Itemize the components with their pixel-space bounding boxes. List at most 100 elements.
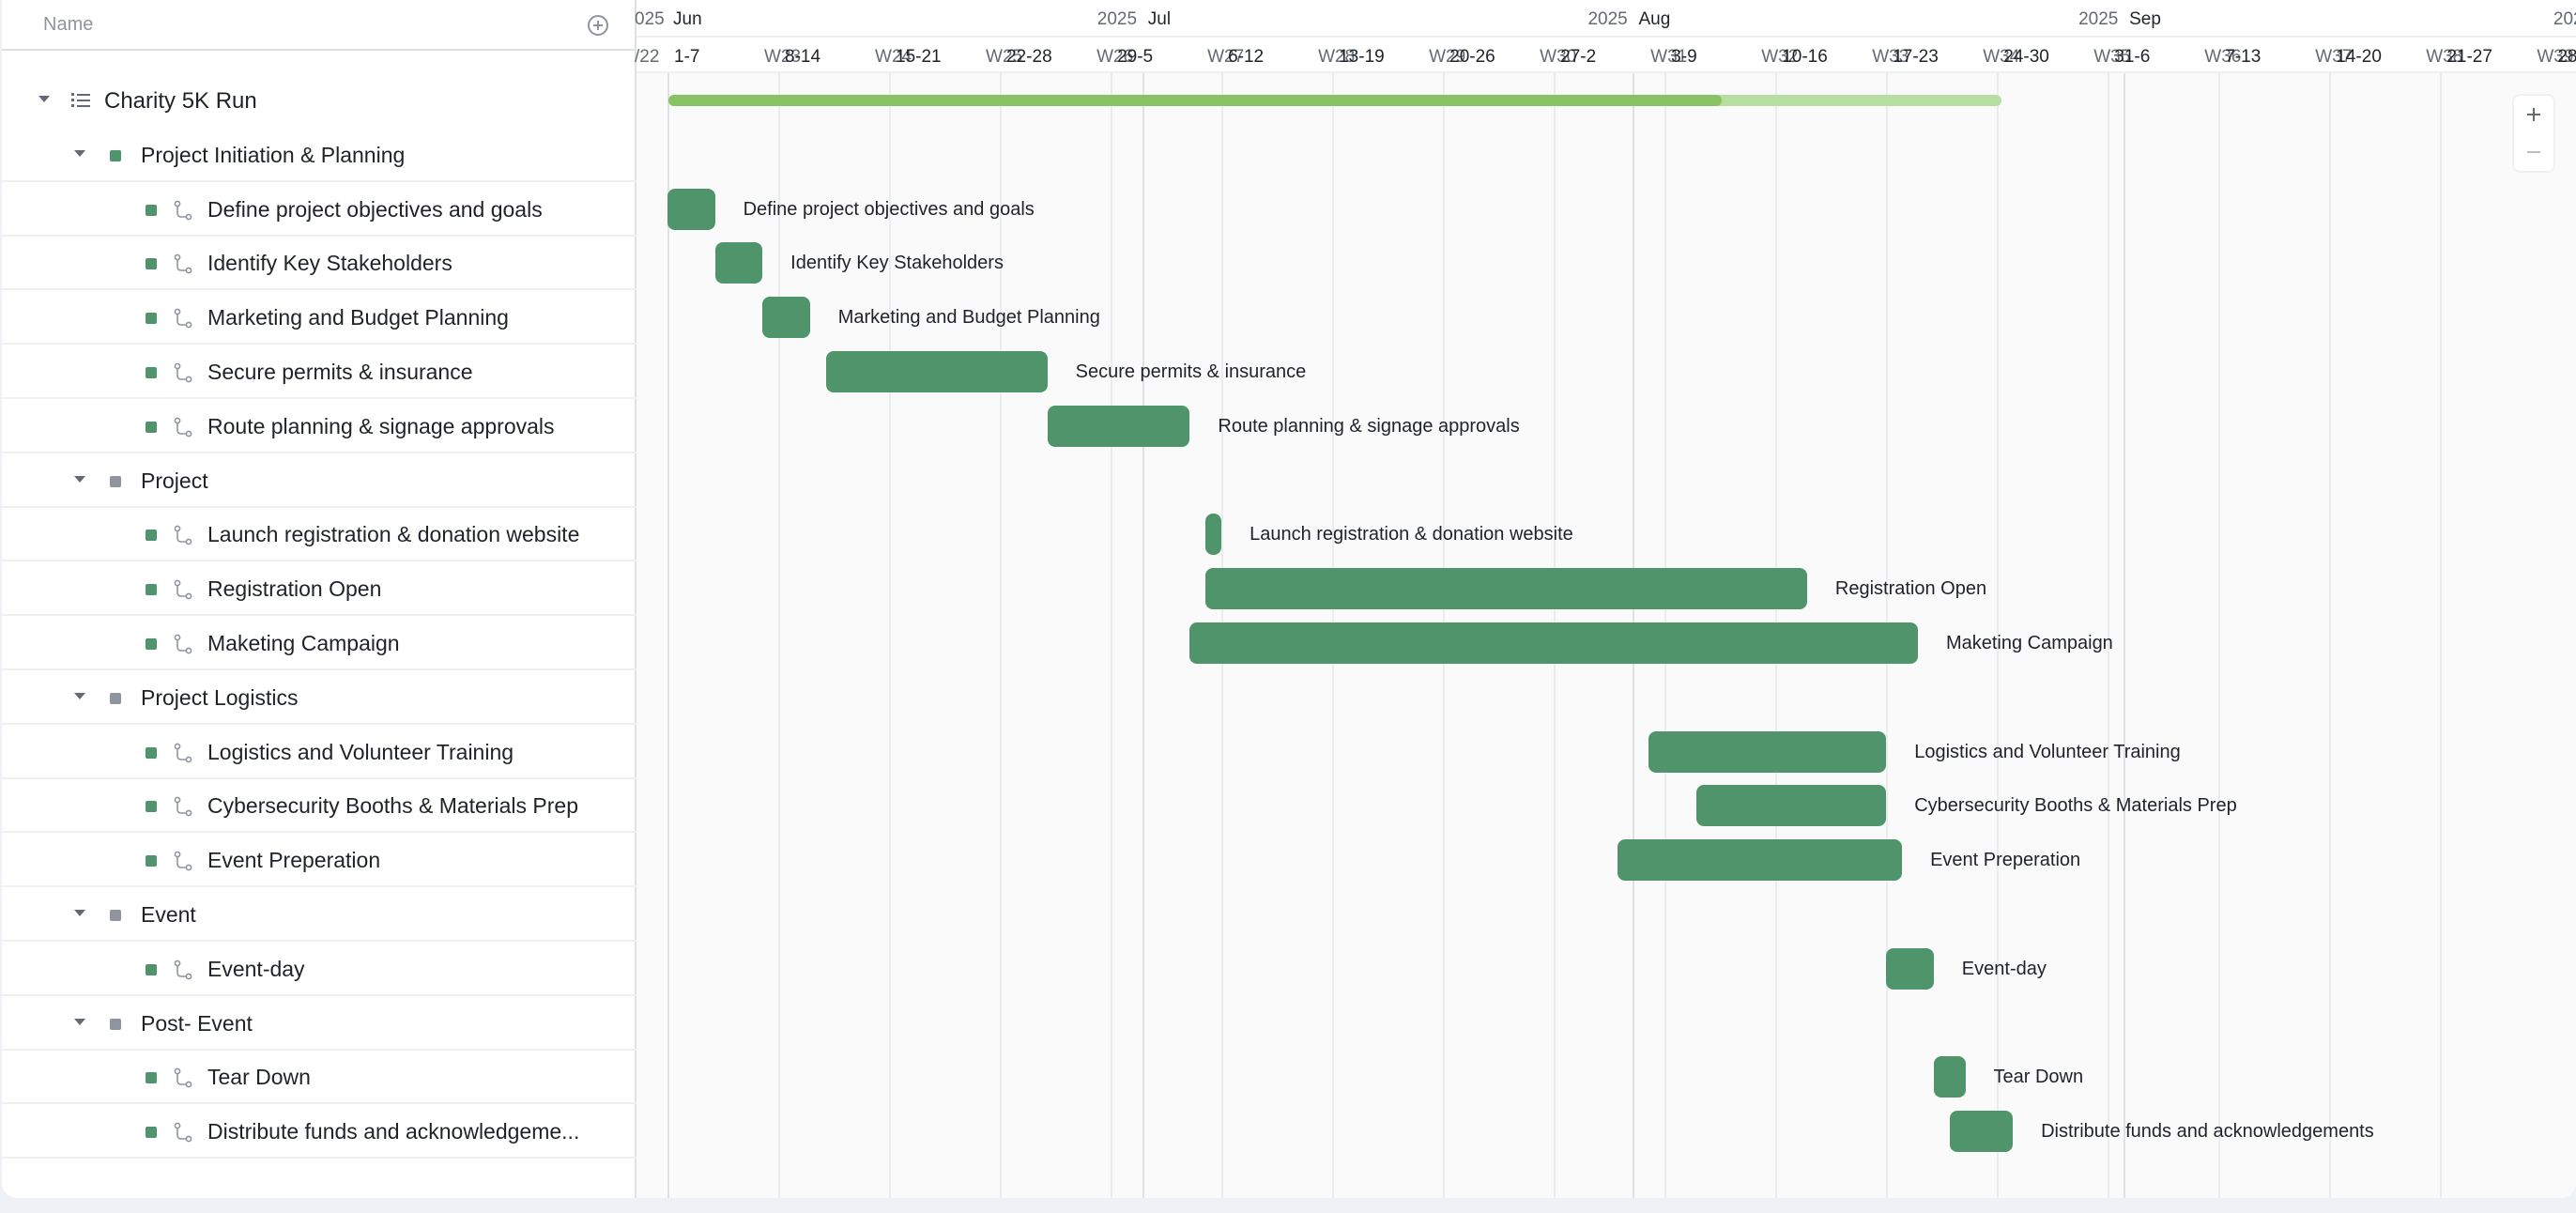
task-row[interactable]: Marketing and Budget Planning [2,290,636,345]
week-gridline [2329,38,2332,1198]
week-range-label: 21-27 [2446,47,2492,67]
task-row[interactable]: Define project objectives and goals [2,182,636,237]
task-row[interactable]: Secure permits & insurance [2,345,636,399]
week-range-label: 13-19 [1339,47,1385,67]
zoom-out-button[interactable] [2514,133,2553,171]
task-row[interactable]: Tear Down [2,1050,636,1105]
task-row[interactable]: Logistics and Volunteer Training [2,725,636,779]
week-range-label: 8-14 [785,47,821,67]
week-range-label: 1-7 [674,47,700,67]
task-row[interactable]: Registration Open [2,561,636,617]
task-row[interactable]: Launch registration & donation website [2,507,636,562]
task-row[interactable]: Route planning & signage approvals [2,399,636,453]
week-header-row: /22 1-7 W23 8-14 W24 15-21 W25 22-28 W26 29-5 W27 6… [635,38,2576,73]
year-label: 2025 [1587,9,1628,29]
group-row[interactable]: Project Initiation & Planning [2,128,636,182]
month-gridline [2124,0,2126,1198]
task-bar-label: Cybersecurity Booths & Materials Prep [1914,795,2237,817]
project-progress-bar [668,95,2001,106]
task-bar-label: Define project objectives and goals [743,198,1035,220]
week-gridline [1997,38,2000,1198]
task-bar[interactable] [667,188,715,230]
task-bar[interactable] [1695,785,1887,827]
task-name: Cybersecurity Booths & Materials Prep [207,793,578,819]
task-name: Project Initiation & Planning [141,142,406,167]
group-color-icon [110,149,121,161]
task-bar-label: Distribute funds and acknowledgements [2041,1121,2374,1143]
task-name: Identify Key Stakeholders [207,251,452,276]
task-bar-label: Route planning & signage approvals [1218,415,1520,437]
chevron-down-icon[interactable] [74,910,85,916]
task-color-icon [146,530,157,542]
group-row[interactable]: Project [2,453,636,508]
month-gridline [1142,0,1144,1198]
chevron-down-icon[interactable] [74,149,85,157]
task-bar[interactable] [762,297,810,339]
task-row[interactable]: Identify Key Stakeholders [2,236,636,291]
month-gridline [667,0,669,1198]
task-name: Route planning & signage approvals [207,413,555,438]
task-row[interactable]: Event-day [2,942,636,996]
task-row[interactable]: Cybersecurity Booths & Materials Prep [2,778,636,834]
month-label: Jul [1147,9,1172,29]
chevron-down-icon[interactable] [74,692,85,699]
group-color-icon [110,1018,121,1030]
week-gridline [2108,38,2110,1198]
week-gridline [1443,38,1446,1198]
task-bar[interactable] [1205,568,1807,610]
week-gridline [1554,38,1556,1198]
week-range-label: 6-12 [1228,47,1265,67]
project-row[interactable]: Charity 5K Run [2,73,636,128]
gantt-timeline[interactable]: 025Jun2025Jul2025Aug2025Sep2025202 /221-… [635,0,2576,1198]
week-range-label: 10-16 [1782,47,1828,67]
task-row[interactable]: Event Preperation [2,833,636,888]
year-label: 2025 [1096,9,1138,29]
chevron-down-icon[interactable] [74,1018,85,1025]
month-header-row: 025Jun2025Jul2025Aug2025Sep2025202 [635,0,2576,38]
week-range-label: 28 [2557,47,2576,67]
task-bar-label: Tear Down [1993,1067,2084,1088]
task-bar[interactable] [1617,839,1903,882]
task-bar[interactable] [825,351,1048,392]
add-circle-icon[interactable] [588,15,608,36]
task-color-icon [146,258,157,270]
group-row[interactable]: Post- Event [2,996,636,1051]
task-row[interactable]: Distribute funds and acknowledgeme... [2,1104,636,1159]
task-name: Secure permits & insurance [207,360,473,384]
task-name: Project [141,468,208,493]
task-row[interactable]: Maketing Campaign [2,616,636,670]
task-bar[interactable] [1205,514,1222,556]
year-label: 202 [2553,9,2576,29]
week-range-label: 29-5 [1117,47,1154,67]
task-bar-label: Launch registration & donation website [1250,524,1573,545]
week-range-label: 31-6 [2114,47,2151,67]
week-gridline [1332,38,1335,1198]
group-row[interactable]: Event [2,887,636,942]
week-range-label: 3-9 [1671,47,1697,67]
week-label: /22 [635,47,660,67]
task-bar[interactable] [1933,1056,1966,1098]
task-bar[interactable] [1047,405,1190,447]
task-name: Tear Down [207,1065,311,1090]
task-color-icon [146,584,157,596]
group-row[interactable]: Project Logistics [2,670,636,725]
task-bar[interactable] [1949,1111,2014,1153]
task-bar-label: Identify Key Stakeholders [790,253,1004,274]
task-name-panel: Name Charity 5K Run Project Initiation & … [2,0,636,1198]
task-bar[interactable] [1189,622,1918,664]
chevron-down-icon[interactable] [38,96,50,102]
group-color-icon [110,910,121,921]
dependency-icon [174,579,192,600]
chevron-down-icon[interactable] [74,475,85,483]
task-bar[interactable] [714,242,763,284]
task-name: Event [141,902,196,927]
task-bar[interactable] [1886,947,1934,990]
task-bar[interactable] [1648,730,1887,773]
task-color-icon [146,963,157,975]
task-name: Project Logistics [141,684,299,710]
zoom-controls [2512,94,2555,173]
zoom-in-button[interactable] [2514,96,2553,133]
task-color-icon [146,1127,157,1139]
week-range-label: 22-28 [1006,47,1052,67]
week-range-label: 27-2 [1560,47,1597,67]
